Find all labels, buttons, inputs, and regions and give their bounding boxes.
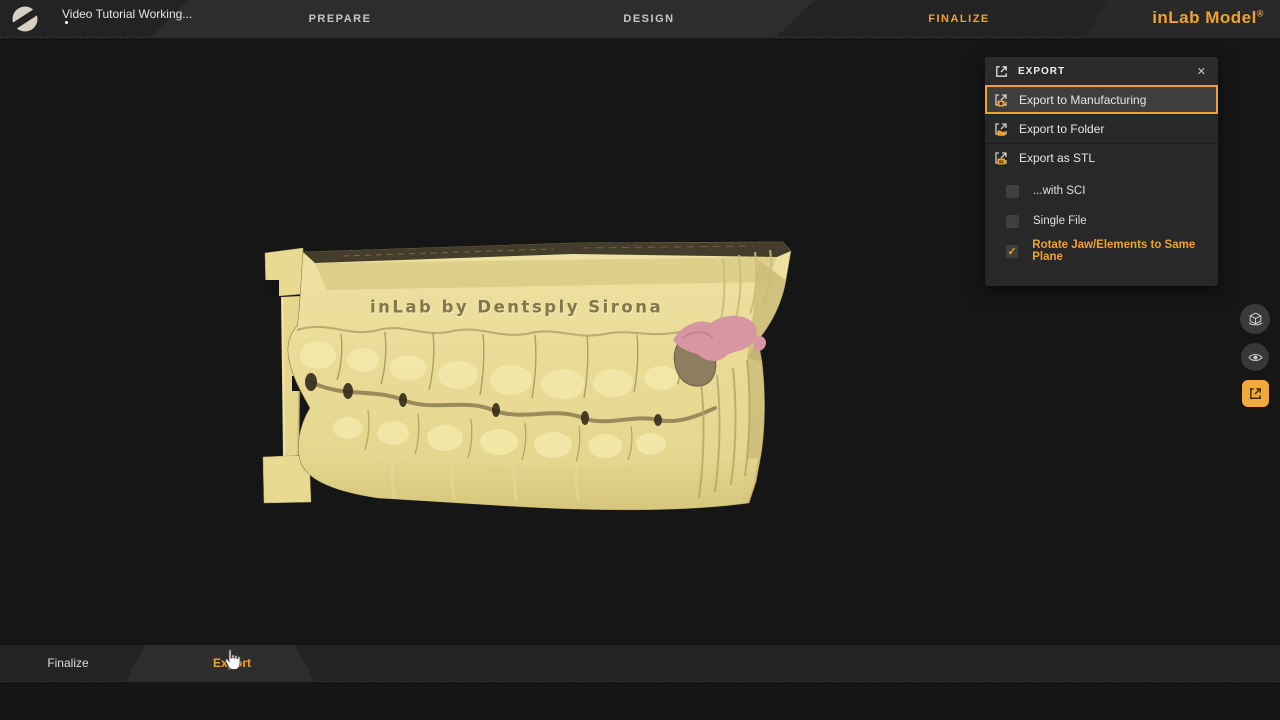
export-item-label: Export to Folder [1019,122,1104,136]
export-action-button[interactable] [1242,380,1269,407]
export-icon [1248,386,1263,401]
export-panel-header: EXPORT ✕ [985,57,1218,85]
app-title: inLab Model® [1152,8,1264,28]
option-label: ...with SCI [1033,185,1085,197]
app-title-text: inLab Model [1152,8,1257,27]
export-as-stl-icon [993,150,1011,166]
top-bar: Video Tutorial Working... PREPARE DESIGN… [0,0,1280,38]
export-to-folder-button[interactable]: Export to Folder [985,114,1218,143]
step-tab-export[interactable]: Export [110,645,320,682]
dentsply-sirona-logo-icon[interactable] [12,6,38,32]
option-label: Single File [1033,215,1087,227]
phase-tab-design[interactable]: DESIGN [589,13,709,25]
export-panel-title: EXPORT [1018,66,1194,77]
rotate-jaw-checkbox[interactable]: ✓ [1006,245,1018,258]
close-icon[interactable]: ✕ [1194,63,1209,80]
export-item-label: Export to Manufacturing [1019,93,1146,107]
mouse-cursor-pointer [222,649,244,673]
step-tab-finalize[interactable]: Finalize [38,645,98,682]
registered-mark: ® [1257,8,1264,18]
export-icon [994,64,1009,79]
phase-tab-finalize[interactable]: FINALIZE [899,13,1019,25]
export-to-manufacturing-button[interactable]: Export to Manufacturing [985,85,1218,114]
visibility-button[interactable] [1241,343,1269,371]
export-to-folder-icon [993,121,1011,137]
export-to-manufacturing-icon [993,92,1011,108]
app-window: Video Tutorial Working... PREPARE DESIGN… [0,0,1280,720]
step-tab-bar: Finalize Export [0,645,1280,682]
option-rotate-jaw: ✓ Rotate Jaw/Elements to Same Plane [985,236,1218,266]
cube-icon [1247,311,1264,328]
dental-model-3d[interactable]: inLab by Dentsply Sirona inLab by Dentsp… [253,230,803,520]
export-options: ...with SCI Single File ✓ Rotate Jaw/Ele… [985,172,1218,286]
bottom-strip [0,683,1280,720]
with-sci-checkbox[interactable] [1006,185,1019,198]
phase-tab-prepare[interactable]: PREPARE [280,13,400,25]
project-status-dot [65,21,68,24]
export-item-label: Export as STL [1019,151,1095,165]
model-view-button[interactable] [1240,304,1270,334]
option-label: Rotate Jaw/Elements to Same Plane [1032,239,1218,263]
project-name[interactable]: Video Tutorial Working... [62,7,192,21]
top-bar-mid-section [150,0,815,38]
export-as-stl-button[interactable]: Export as STL [985,143,1218,172]
eye-icon [1247,349,1264,366]
model-engraving: inLab by Dentsply Sirona [370,298,663,317]
single-file-checkbox[interactable] [1006,215,1019,228]
option-single-file: Single File [985,206,1218,236]
export-panel: EXPORT ✕ Export to Manufacturing Export … [985,57,1218,286]
option-with-sci: ...with SCI [985,176,1218,206]
